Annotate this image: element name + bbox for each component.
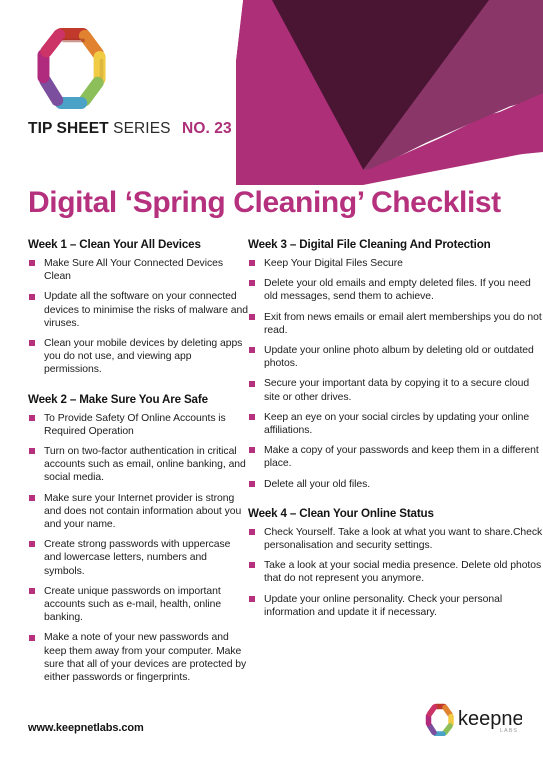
tip-sheet-series-word: SERIES xyxy=(113,120,171,137)
square-bullet-icon xyxy=(249,529,255,536)
tip-text: Check Yourself. Take a look at what you … xyxy=(264,526,543,552)
tip-text: Exit from news emails or email alert mem… xyxy=(264,311,542,336)
tip-list-item: Clean your mobile devices by deleting ap… xyxy=(28,337,248,377)
tip-list-item: Make sure your Internet provider is stro… xyxy=(28,492,248,532)
square-bullet-icon xyxy=(29,340,35,347)
square-bullet-icon xyxy=(249,313,255,320)
tip-text: Create unique passwords on important acc… xyxy=(44,585,222,624)
tip-text: Take a look at your social media presenc… xyxy=(264,560,542,585)
tip-list-item: Check Yourself. Take a look at what you … xyxy=(248,526,543,552)
left-column: Week 1 – Clean Your All Devices Make Sure… xyxy=(0,238,248,684)
tip-list-item: To Provide Safety Of Online Accounts is … xyxy=(28,412,248,438)
tip-list: Make Sure All Your Connected Devices Cle… xyxy=(28,257,248,377)
page-title: Digital ‘Spring Cleaning’ Checklist xyxy=(28,186,501,219)
week-block: Week 1 – Clean Your All Devices Make Sure… xyxy=(28,238,248,377)
keepnet-logo xyxy=(26,22,118,114)
tip-text: Update your online personality. Check yo… xyxy=(264,593,503,618)
footer-website-url[interactable]: www.keepnetlabs.com xyxy=(28,722,144,734)
tip-list-item: Update your online personality. Check yo… xyxy=(248,593,543,619)
tip-text: Clean your mobile devices by deleting ap… xyxy=(44,338,243,376)
footer-logo-sub: LABS xyxy=(500,728,518,734)
tip-text: Secure your important data by copying it… xyxy=(264,378,530,403)
tip-text: Update all the software on your connecte… xyxy=(44,291,248,329)
square-bullet-icon xyxy=(29,494,35,501)
tip-text: Make a copy of your passwords and keep t… xyxy=(264,445,539,470)
tip-text: Delete all your old files. xyxy=(264,478,371,490)
footer-hexagon-ring-icon xyxy=(425,703,454,736)
square-bullet-icon xyxy=(249,260,255,267)
footer-logo-wordmark: keepnet xyxy=(458,708,522,730)
tip-list-item: Create unique passwords on important acc… xyxy=(28,585,248,625)
tip-list-item: Exit from news emails or email alert mem… xyxy=(248,311,543,337)
week-heading: Week 3 – Digital File Cleaning And Prote… xyxy=(248,238,491,251)
square-bullet-icon xyxy=(29,448,35,455)
tip-list: To Provide Safety Of Online Accounts is … xyxy=(28,412,248,685)
tip-list-item: Secure your important data by copying it… xyxy=(248,377,543,403)
week-block: Week 3 – Digital File Cleaning And Prote… xyxy=(248,238,543,491)
tip-list-item: Make Sure All Your Connected Devices Cle… xyxy=(28,257,248,283)
week-block: Week 2 – Make Sure You Are Safe To Provid… xyxy=(28,393,248,685)
square-bullet-icon xyxy=(29,293,35,300)
tip-text: Make sure your Internet provider is stro… xyxy=(44,492,242,531)
tip-list-item: Delete all your old files. xyxy=(248,478,543,491)
tip-text: Delete your old emails and empty deleted… xyxy=(264,278,531,303)
tip-text: Keep an eye on your social circles by up… xyxy=(264,411,530,437)
square-bullet-icon xyxy=(29,634,35,641)
week-heading: Week 2 – Make Sure You Are Safe xyxy=(28,392,208,406)
tip-sheet-prefix: TIP SHEET xyxy=(28,120,109,137)
square-bullet-icon xyxy=(29,414,35,421)
tip-list-item: Keep Your Digital Files Secure xyxy=(248,257,543,270)
tip-text: Update your online photo album by deleti… xyxy=(264,345,534,370)
square-bullet-icon xyxy=(29,541,35,548)
week-heading: Week 4 – Clean Your Online Status xyxy=(248,506,434,520)
tip-text: Create strong passwords with uppercase a… xyxy=(44,539,231,577)
square-bullet-icon xyxy=(249,562,255,569)
square-bullet-icon xyxy=(249,280,255,287)
tip-list-item: Make a copy of your passwords and keep t… xyxy=(248,444,543,470)
square-bullet-icon xyxy=(29,260,35,267)
tip-list-item: Keep an eye on your social circles by up… xyxy=(248,411,543,437)
tip-sheet-number: NO. 23 xyxy=(182,120,232,137)
tip-list: Check Yourself. Take a look at what you … xyxy=(248,526,543,619)
tip-text: To Provide Safety Of Online Accounts is … xyxy=(44,412,226,437)
tip-text: Turn on two-factor authentication in cri… xyxy=(44,446,246,484)
tip-list-item: Update all the software on your connecte… xyxy=(28,290,248,330)
footer-keepnet-logo: keepnet LABS xyxy=(424,702,522,736)
square-bullet-icon xyxy=(29,588,35,595)
checklist-content: Week 1 – Clean Your All Devices Make Sure… xyxy=(0,238,543,684)
tip-list: Keep Your Digital Files Secure Delete you… xyxy=(248,257,543,491)
square-bullet-icon xyxy=(249,347,255,354)
square-bullet-icon xyxy=(249,447,255,454)
tip-list-item: Turn on two-factor authentication in cri… xyxy=(28,445,248,485)
tip-list-item: Delete your old emails and empty deleted… xyxy=(248,277,543,303)
week-heading: Week 1 – Clean Your All Devices xyxy=(28,238,201,251)
tip-text: Make Sure All Your Connected Devices Cle… xyxy=(44,258,223,283)
tip-text: Keep Your Digital Files Secure xyxy=(264,258,403,269)
tip-sheet-series-line: TIP SHEET SERIES NO. 23 xyxy=(28,120,232,138)
square-bullet-icon xyxy=(249,380,255,387)
right-column: Week 3 – Digital File Cleaning And Prote… xyxy=(248,238,543,684)
hexagon-ring-icon xyxy=(37,27,106,109)
square-bullet-icon xyxy=(249,480,255,487)
tip-text: Make a note of your new passwords and ke… xyxy=(44,632,247,684)
tip-list-item: Take a look at your social media presenc… xyxy=(248,559,543,585)
square-bullet-icon xyxy=(249,595,255,602)
tip-list-item: Make a note of your new passwords and ke… xyxy=(28,631,248,684)
square-bullet-icon xyxy=(249,414,255,421)
tip-list-item: Create strong passwords with uppercase a… xyxy=(28,538,248,578)
tip-list-item: Update your online photo album by deleti… xyxy=(248,344,543,370)
week-block: Week 4 – Clean Your Online Status Check Y… xyxy=(248,507,543,619)
